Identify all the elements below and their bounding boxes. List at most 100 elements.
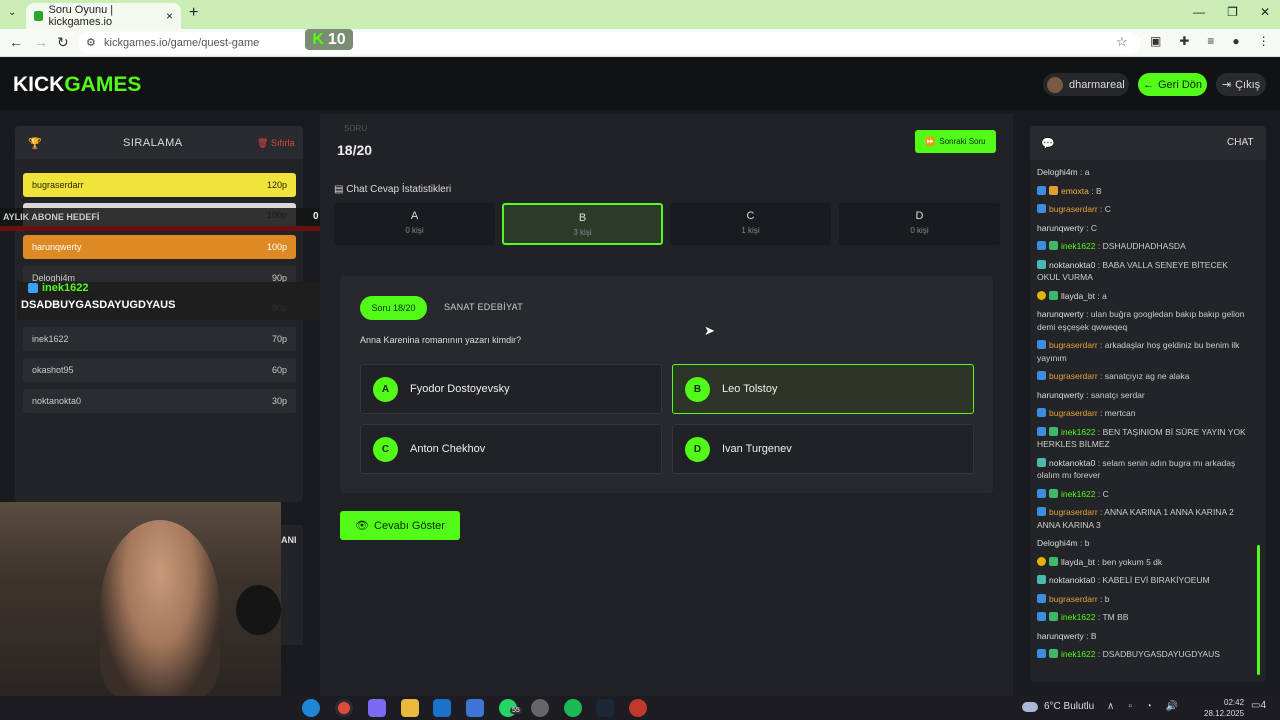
site-logo[interactable]: KICKGAMES: [13, 73, 141, 97]
kick-logo-icon: K: [312, 30, 324, 48]
close-tab-icon[interactable]: ×: [166, 9, 173, 23]
back-button[interactable]: ← Geri Dön: [1138, 73, 1207, 96]
reset-button[interactable]: 🗑 Sıfırla: [257, 138, 294, 149]
chat-text: sanatçı serdar: [1090, 389, 1145, 400]
show-answer-button[interactable]: 👁 Cevabı Göster: [340, 511, 460, 540]
chat-username[interactable]: bugraserdarr: [1049, 408, 1098, 418]
chat-badge-icon: [1049, 556, 1058, 566]
chat-username[interactable]: llayda_bt: [1061, 557, 1095, 567]
restore-icon[interactable]: ❐: [1227, 5, 1238, 19]
chat-badge-icon: [1049, 241, 1058, 250]
chat-scrollbar[interactable]: [1257, 545, 1260, 675]
rank-score: 100p: [266, 242, 287, 252]
weather-widget[interactable]: 6°C Bulutlu: [1022, 701, 1094, 712]
screenshot-icon[interactable]: ▣: [1150, 34, 1161, 48]
chat-username[interactable]: harunqwerty: [1037, 223, 1084, 233]
wifi-icon[interactable]: ◔: [1146, 701, 1152, 712]
new-tab-button[interactable]: +: [189, 4, 198, 22]
browser-tab[interactable]: Soru Oyunu | kickgames.io ×: [26, 3, 181, 29]
notification-center-icon[interactable]: ▭4: [1251, 700, 1266, 711]
rank-score: 120p: [266, 180, 287, 190]
stat-count: 0 kişi: [405, 226, 424, 235]
chat-username[interactable]: bugraserdarr: [1049, 507, 1098, 517]
file-explorer-icon[interactable]: [401, 699, 419, 717]
option-b[interactable]: B Leo Tolstoy: [672, 364, 974, 414]
profile-avatar-icon[interactable]: ●: [1232, 34, 1239, 48]
chat-username[interactable]: Deloghi4m: [1037, 538, 1078, 548]
chat-username[interactable]: noktanokta0: [1049, 260, 1095, 270]
chat-username[interactable]: inek1622: [1061, 241, 1096, 251]
logo-kick: KICK: [13, 73, 65, 96]
site-info-icon[interactable]: ⚙: [86, 36, 96, 49]
chat-text: a: [1084, 167, 1090, 177]
chat-username[interactable]: inek1622: [1061, 612, 1096, 622]
option-text: Anton Chekhov: [410, 443, 486, 455]
chat-username[interactable]: harunqwerty: [1037, 390, 1084, 400]
chat-separator: :: [1097, 408, 1105, 418]
chat-username[interactable]: emoxta: [1061, 186, 1089, 196]
chat-badge-icon: [1049, 649, 1058, 658]
chat-username[interactable]: bugraserdarr: [1049, 594, 1098, 604]
system-clock[interactable]: 02:42 28.12.2025: [1204, 697, 1244, 719]
chat-text: C: [1090, 222, 1098, 233]
chat-separator: :: [1083, 630, 1091, 641]
url-input[interactable]: ⚙ kickgames.io/game/quest-game: [78, 32, 1141, 54]
next-question-button[interactable]: ⏩ Sonraki Soru: [915, 130, 996, 153]
tab-list-chevron-icon[interactable]: ⌄: [8, 7, 16, 18]
rank-score: 60p: [271, 365, 287, 375]
chat-username[interactable]: inek1622: [1061, 649, 1096, 659]
chat-username[interactable]: inek1622: [1061, 427, 1096, 437]
rank-name: inek1622: [32, 334, 69, 344]
trophy-icon: 🏆: [28, 138, 42, 150]
chrome-icon[interactable]: [335, 699, 353, 717]
outlook-icon[interactable]: [433, 699, 451, 717]
tab-title: Soru Oyunu | kickgames.io: [48, 4, 114, 28]
chat-username[interactable]: inek1622: [1061, 489, 1096, 499]
cloud-icon: [1022, 701, 1038, 712]
tray-app-icon[interactable]: ▫: [1128, 701, 1132, 712]
back-arrow-icon[interactable]: ←: [9, 34, 23, 50]
chat-username[interactable]: llayda_bt: [1061, 291, 1095, 301]
menu-dots-icon[interactable]: ⋮: [1258, 34, 1270, 48]
chat-message: inek1622 : DSADBUYGASDAYUGDYAUS: [1037, 648, 1252, 661]
option-a[interactable]: A Fyodor Dostoyevsky: [360, 364, 662, 414]
chat-username[interactable]: harunqwerty: [1037, 631, 1084, 641]
copilot-icon[interactable]: [368, 699, 386, 717]
rank-score: 70p: [271, 334, 287, 344]
bookmark-star-icon[interactable]: ☆: [1116, 34, 1128, 50]
leaderboard-row: bugraserdarr 120p: [23, 173, 296, 197]
reload-icon[interactable]: ↻: [57, 34, 69, 51]
eye-icon: 👁: [355, 520, 370, 532]
chat-username[interactable]: bugraserdarr: [1049, 204, 1098, 214]
chat-username[interactable]: harunqwerty: [1037, 309, 1084, 319]
settings-gear-icon[interactable]: [531, 699, 549, 717]
chat-username[interactable]: noktanokta0: [1049, 575, 1095, 585]
volume-icon[interactable]: 🔊: [1166, 701, 1178, 712]
chat-badge-icon: [1037, 593, 1046, 603]
store-icon[interactable]: [466, 699, 484, 717]
option-d[interactable]: D Ivan Turgenev: [672, 424, 974, 474]
chat-message: llayda_bt : ben yokum 5 dk: [1037, 556, 1252, 569]
chat-message-list[interactable]: Deloghi4m : a emoxta : Bbugraserdarr : Ch…: [1037, 166, 1252, 667]
exit-button[interactable]: ⇥ Çıkış: [1216, 73, 1266, 96]
close-window-icon[interactable]: ✕: [1260, 5, 1270, 19]
minimize-icon[interactable]: —: [1193, 5, 1205, 19]
spotify-icon[interactable]: [564, 699, 582, 717]
streamer-face: [100, 520, 220, 698]
tray-chevron-icon[interactable]: ∧: [1107, 701, 1114, 712]
chat-username[interactable]: bugraserdarr: [1049, 340, 1098, 350]
chat-separator: :: [1077, 538, 1085, 548]
edge-icon[interactable]: [302, 699, 320, 717]
url-text: kickgames.io/game/quest-game: [104, 37, 260, 49]
extensions-puzzle-icon[interactable]: ✚: [1179, 34, 1189, 48]
stat-count: 1 kişi: [741, 226, 760, 235]
chat-username[interactable]: noktanokta0: [1049, 458, 1095, 468]
user-profile-pill[interactable]: dharmareal: [1043, 73, 1129, 96]
chat-username[interactable]: Deloghi4m: [1037, 167, 1078, 177]
obs-icon[interactable]: [629, 699, 647, 717]
chat-username[interactable]: bugraserdarr: [1049, 371, 1098, 381]
option-c[interactable]: C Anton Chekhov: [360, 424, 662, 474]
forward-arrow-icon[interactable]: →: [34, 34, 48, 50]
reading-list-icon[interactable]: ≡: [1207, 34, 1214, 48]
steam-icon[interactable]: [596, 699, 614, 717]
